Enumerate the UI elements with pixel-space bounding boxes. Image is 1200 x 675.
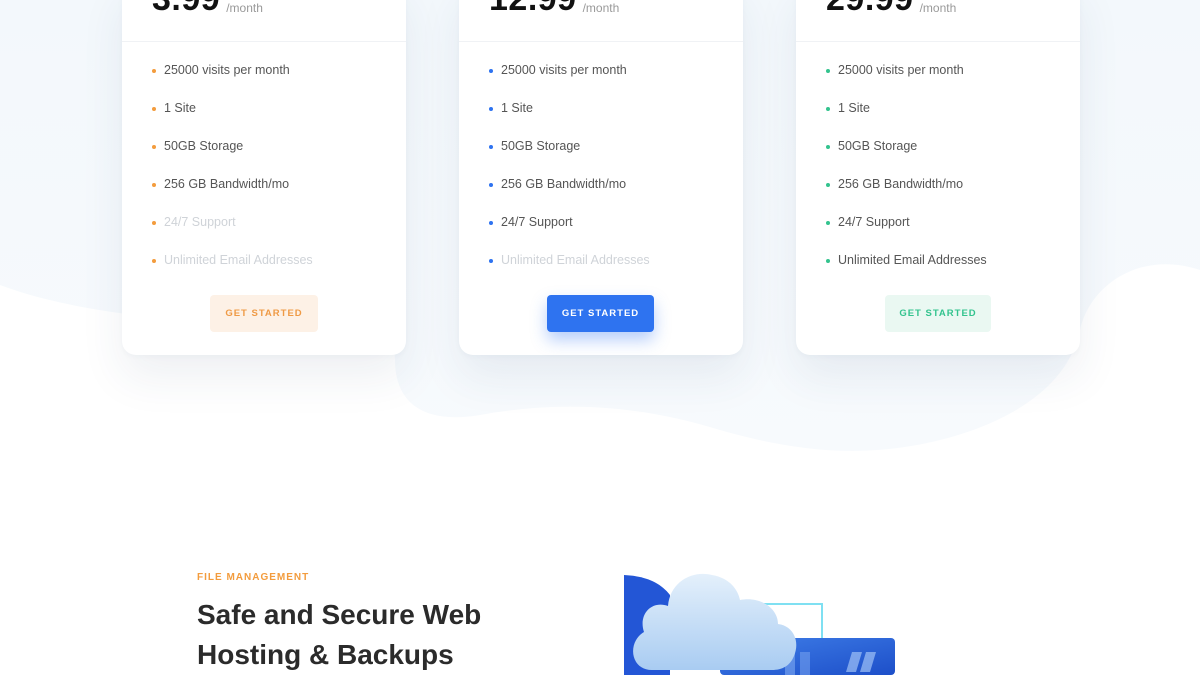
bullet-dot-icon <box>489 183 493 187</box>
feature-label: 25000 visits per month <box>838 63 964 77</box>
bullet-dot-icon <box>489 221 493 225</box>
bullet-dot-icon <box>152 145 156 149</box>
cloud-server-icon <box>624 573 895 675</box>
feature-item: 50GB Storage <box>487 139 650 177</box>
section-kicker: FILE MANAGEMENT <box>197 572 310 583</box>
feature-list: 25000 visits per month 1 Site 50GB Stora… <box>150 63 313 291</box>
feature-item: 25000 visits per month <box>824 63 987 101</box>
feature-list: 25000 visits per month 1 Site 50GB Stora… <box>824 63 987 291</box>
bullet-dot-icon <box>826 183 830 187</box>
feature-item: 25000 visits per month <box>487 63 650 101</box>
divider <box>796 41 1080 42</box>
feature-item: Unlimited Email Addresses <box>824 253 987 291</box>
feature-item: 256 GB Bandwidth/mo <box>487 177 650 215</box>
feature-label: 50GB Storage <box>838 139 918 153</box>
feature-label: Unlimited Email Addresses <box>164 253 313 267</box>
bullet-dot-icon <box>826 69 830 73</box>
bullet-dot-icon <box>489 69 493 73</box>
feature-label: 24/7 Support <box>164 215 236 229</box>
bullet-dot-icon <box>152 259 156 263</box>
feature-item: 24/7 Support <box>487 215 650 253</box>
feature-label: 1 Site <box>501 101 533 115</box>
feature-label: 256 GB Bandwidth/mo <box>164 177 290 191</box>
bullet-dot-icon <box>826 259 830 263</box>
bullet-dot-icon <box>152 183 156 187</box>
bullet-dot-icon <box>489 259 493 263</box>
bullet-dot-icon <box>489 107 493 111</box>
feature-item: 50GB Storage <box>824 139 987 177</box>
get-started-button[interactable]: GET STARTED <box>885 295 991 332</box>
feature-label: Unlimited Email Addresses <box>501 253 650 267</box>
get-started-button[interactable]: GET STARTED <box>210 295 318 332</box>
price: 3.99 /month <box>152 0 263 18</box>
bullet-dot-icon <box>489 145 493 149</box>
price-period: /month <box>919 1 957 15</box>
bullet-dot-icon <box>152 107 156 111</box>
price-amount: 29.99 <box>826 0 914 18</box>
feature-label: Unlimited Email Addresses <box>838 253 987 267</box>
feature-item: 256 GB Bandwidth/mo <box>824 177 987 215</box>
price-amount: 3.99 <box>152 0 220 18</box>
price-amount: 12.99 <box>489 0 577 18</box>
feature-label: 1 Site <box>838 101 870 115</box>
divider <box>459 41 743 42</box>
pricing-card-standard: 12.99 /month 25000 visits per month 1 Si… <box>459 0 743 355</box>
feature-label: 50GB Storage <box>164 139 244 153</box>
pricing-card-premium: 29.99 /month 25000 visits per month 1 Si… <box>796 0 1080 355</box>
divider <box>122 41 406 42</box>
feature-label: 1 Site <box>164 101 196 115</box>
bullet-dot-icon <box>826 107 830 111</box>
feature-item: 24/7 Support <box>824 215 987 253</box>
bullet-dot-icon <box>826 221 830 225</box>
feature-item: 50GB Storage <box>150 139 313 177</box>
feature-list: 25000 visits per month 1 Site 50GB Stora… <box>487 63 650 291</box>
get-started-button[interactable]: GET STARTED <box>547 295 654 332</box>
feature-item: 256 GB Bandwidth/mo <box>150 177 313 215</box>
feature-item: Unlimited Email Addresses <box>487 253 650 291</box>
pricing-card-basic: 3.99 /month 25000 visits per month 1 Sit… <box>122 0 406 355</box>
feature-label: 256 GB Bandwidth/mo <box>838 177 964 191</box>
feature-label: 24/7 Support <box>838 215 910 229</box>
price-period: /month <box>582 1 620 15</box>
feature-item: 25000 visits per month <box>150 63 313 101</box>
section-title: Safe and Secure Web Hosting & Backups <box>197 599 482 670</box>
feature-label: 25000 visits per month <box>501 63 627 77</box>
price: 12.99 /month <box>489 0 619 18</box>
feature-label: 25000 visits per month <box>164 63 290 77</box>
bullet-dot-icon <box>826 145 830 149</box>
bullet-dot-icon <box>152 221 156 225</box>
feature-label: 50GB Storage <box>501 139 581 153</box>
feature-item: 1 Site <box>824 101 987 139</box>
price: 29.99 /month <box>826 0 956 18</box>
feature-item: Unlimited Email Addresses <box>150 253 313 291</box>
feature-label: 24/7 Support <box>501 215 573 229</box>
feature-item: 1 Site <box>487 101 650 139</box>
feature-item: 24/7 Support <box>150 215 313 253</box>
price-period: /month <box>226 1 263 15</box>
bullet-dot-icon <box>152 69 156 73</box>
feature-item: 1 Site <box>150 101 313 139</box>
feature-label: 256 GB Bandwidth/mo <box>501 177 627 191</box>
